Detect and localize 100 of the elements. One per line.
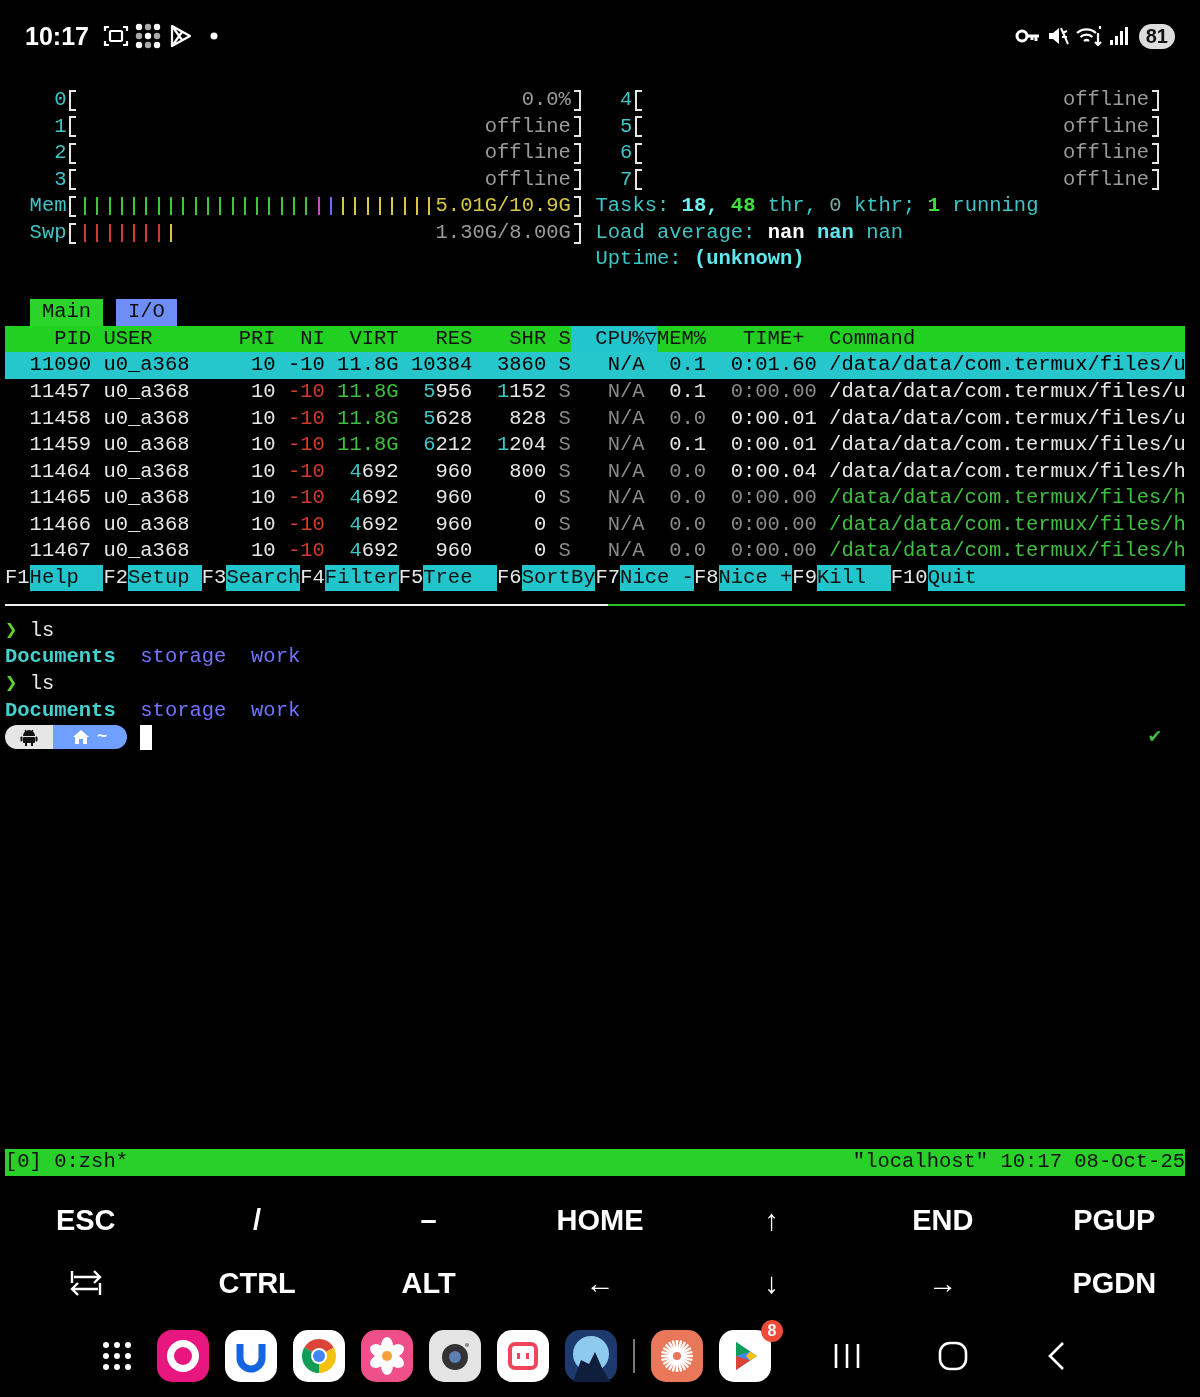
- column-header[interactable]: VIRT: [324, 325, 399, 353]
- extra-key[interactable]: /: [171, 1188, 343, 1252]
- process-row[interactable]: 11467 u0_a368 10 -10 4692 960 0 S N/A 0.0 0:00.00 /data/data/com.termux/files/h: [5, 538, 1185, 565]
- app-icon[interactable]: [293, 1329, 345, 1382]
- extra-key[interactable]: ALT: [342, 1251, 515, 1315]
- column-header[interactable]: USER: [91, 325, 202, 353]
- extra-key[interactable]: CTRL: [171, 1251, 343, 1315]
- key-hint: F2: [103, 564, 128, 591]
- prompt-symbol: ❯: [5, 617, 18, 644]
- key-hint: F6: [497, 564, 522, 591]
- bracket-icon: [573, 116, 581, 138]
- extra-key[interactable]: →: [857, 1251, 1029, 1315]
- home-button-icon[interactable]: [938, 1340, 968, 1371]
- file-name: storage: [140, 644, 227, 671]
- table-cell-text: 0:00.00: [729, 538, 817, 565]
- column-header[interactable]: TIME+: [706, 325, 817, 353]
- cpu-label: 5: [619, 113, 633, 140]
- process-row[interactable]: 11466 u0_a368 10 -10 4692 960 0 S N/A 0.0 0:00.00 /data/data/com.termux/files/h: [5, 511, 1185, 539]
- recent-apps-icon[interactable]: [833, 1342, 861, 1369]
- table-cell-text: -10: [286, 458, 325, 485]
- meter-reading: offline: [484, 166, 571, 193]
- column-header[interactable]: PRI: [201, 325, 276, 353]
- extra-key[interactable]: HOME: [514, 1188, 686, 1252]
- app-icon[interactable]: [497, 1329, 549, 1382]
- table-cell-text: u0_a368: [102, 511, 191, 538]
- table-cell-text: /data/data/com.termux/files/u: [828, 432, 1186, 459]
- process-row[interactable]: 11458 u0_a368 10 -10 11.8G 5628 828 S N/A 0.0 0:00.01 /data/data/com.termux/files/u: [5, 405, 1185, 433]
- function-key-button[interactable]: Nice +: [718, 564, 793, 592]
- table-cell-text: 0:00.00: [729, 511, 817, 538]
- app-icon[interactable]: [565, 1329, 617, 1382]
- table-cell-text: 0: [532, 538, 547, 565]
- function-key-button[interactable]: Kill: [816, 564, 891, 592]
- screenshot-icon: [102, 24, 129, 48]
- extra-key[interactable]: ↓: [685, 1251, 858, 1315]
- apps-grid-icon[interactable]: [102, 1340, 132, 1371]
- bracket-icon: [635, 89, 642, 111]
- function-key-button[interactable]: Setup: [128, 564, 202, 592]
- dots-grid-icon: [134, 22, 162, 50]
- column-header[interactable]: Command: [816, 325, 1185, 353]
- function-key-button[interactable]: Filter: [324, 564, 399, 592]
- function-key-button[interactable]: Help: [29, 564, 104, 592]
- table-cell-text: S: [557, 379, 571, 405]
- back-icon[interactable]: [1047, 1340, 1065, 1371]
- app-icon[interactable]: [429, 1329, 481, 1382]
- extra-key[interactable]: ↑: [685, 1188, 858, 1252]
- column-header[interactable]: RES: [398, 325, 473, 353]
- extra-key[interactable]: ←: [514, 1251, 686, 1315]
- app-icon[interactable]: [361, 1329, 413, 1382]
- table-cell-text: 4692: [348, 485, 399, 512]
- process-row[interactable]: 11459 u0_a368 10 -10 11.8G 6212 1204 S N/A 0.1 0:00.01 /data/data/com.termux/files/u: [5, 432, 1185, 459]
- extra-key[interactable]: END: [857, 1188, 1029, 1252]
- column-header[interactable]: SHR: [472, 325, 547, 353]
- table-cell-text: 10384: [409, 352, 473, 379]
- column-header[interactable]: PID: [5, 325, 92, 353]
- table-cell-text: 4692: [348, 538, 399, 565]
- bracket-icon: [1151, 89, 1159, 111]
- meter-reading: offline: [1062, 166, 1150, 193]
- bracket-icon: [69, 169, 77, 191]
- table-cell-text: 0:00.04: [729, 458, 817, 485]
- table-cell-text: u0_a368: [102, 485, 191, 512]
- tab-key-icon[interactable]: [69, 1269, 102, 1297]
- table-cell-text: 960: [434, 485, 473, 512]
- bracket-icon: [1151, 142, 1159, 164]
- table-cell-text: -10: [286, 352, 325, 379]
- column-header[interactable]: CPU%▽: [570, 325, 657, 353]
- table-cell-text: 11458: [28, 405, 92, 432]
- tab[interactable]: Main: [29, 299, 104, 326]
- function-key-button[interactable]: Search: [226, 564, 301, 592]
- table-cell-text: 0: [532, 485, 547, 512]
- table-cell-text: 1204: [496, 432, 547, 459]
- function-key-button[interactable]: Tree: [423, 564, 498, 592]
- table-cell-text: 0.1: [668, 432, 707, 459]
- process-row[interactable]: 11464 u0_a368 10 -10 4692 960 800 S N/A 0.0 0:00.04 /data/data/com.termux/files/h: [5, 458, 1185, 486]
- app-icon[interactable]: [225, 1329, 277, 1382]
- cpu-label: 3: [53, 166, 67, 193]
- table-cell-text: 0.0: [668, 511, 707, 538]
- app-icon[interactable]: [651, 1329, 703, 1382]
- key-hint: F7: [595, 564, 621, 591]
- function-key-button[interactable]: SortBy: [521, 564, 596, 592]
- extra-key[interactable]: PGUP: [1028, 1188, 1200, 1252]
- process-row[interactable]: 11457 u0_a368 10 -10 11.8G 5956 1152 S N/A 0.1 0:00.00 /data/data/com.termux/files/u: [5, 379, 1185, 406]
- cpu-label: 2: [53, 140, 67, 167]
- extra-key[interactable]: –: [342, 1188, 515, 1252]
- meter-reading: offline: [1062, 113, 1150, 140]
- table-cell-text: /data/data/com.termux/files/h: [828, 458, 1186, 485]
- function-key-button[interactable]: Quit: [927, 564, 1185, 592]
- bracket-icon: [69, 222, 77, 244]
- function-key-button[interactable]: Nice -: [620, 564, 694, 592]
- table-cell-text: S: [557, 405, 571, 432]
- tasks-summary: Tasks: 18, 48 thr, 0 kthr; 1 running: [595, 193, 1039, 220]
- column-header[interactable]: NI: [275, 325, 325, 353]
- process-row[interactable]: 11465 u0_a368 10 -10 4692 960 0 S N/A 0.0 0:00.00 /data/data/com.termux/files/h: [5, 485, 1185, 512]
- cpu-label: 4: [619, 87, 633, 113]
- bracket-icon: [635, 169, 642, 191]
- extra-key[interactable]: PGDN: [1028, 1251, 1200, 1315]
- app-icon[interactable]: [157, 1329, 209, 1382]
- tab[interactable]: I/O: [115, 299, 178, 326]
- process-row[interactable]: 11090 u0_a368 10 -10 11.8G 10384 3860 S N/A 0.1 0:01.60 /data/data/com.termux/files/u: [5, 352, 1185, 379]
- column-header[interactable]: S: [546, 325, 571, 353]
- extra-key[interactable]: ESC: [0, 1188, 172, 1252]
